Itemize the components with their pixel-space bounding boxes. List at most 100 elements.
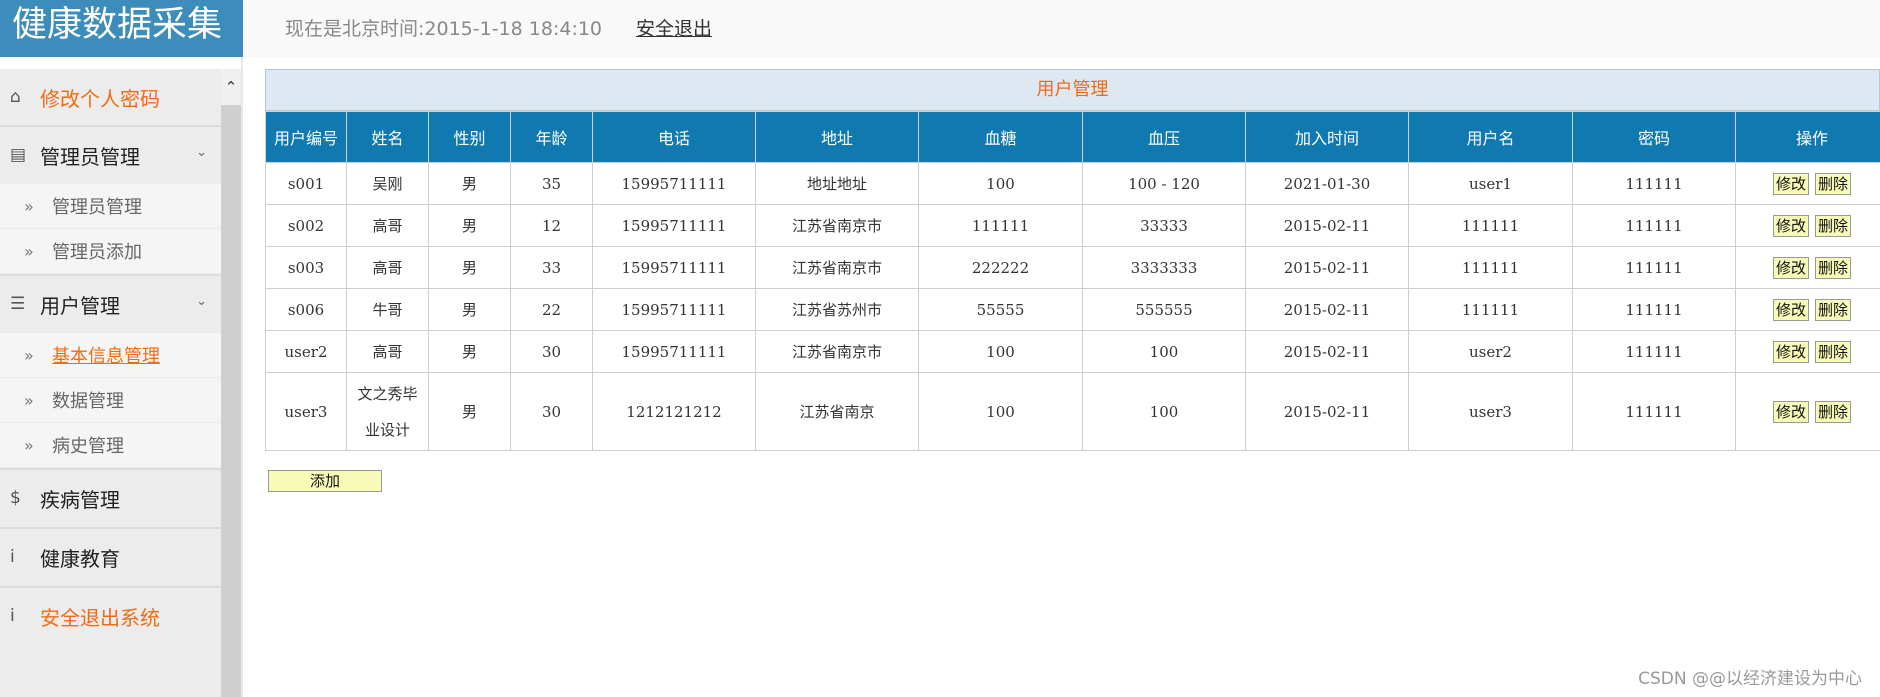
table-cell: user2	[1408, 330, 1573, 373]
table-cell: 111111	[918, 204, 1083, 247]
table-cell: 100	[1082, 372, 1246, 451]
table-cell: 111111	[1572, 330, 1736, 373]
table-cell: 江苏省南京市	[755, 330, 919, 373]
sidebar-section-disease[interactable]: $ 疾病管理	[0, 470, 221, 526]
table-cell: 100	[918, 162, 1083, 205]
column-header: 密码	[1572, 111, 1736, 163]
table-cell: 100	[918, 330, 1083, 373]
table-cell: 高哥	[346, 246, 429, 289]
delete-button[interactable]: 删除	[1815, 172, 1852, 195]
table-cell: 111111	[1408, 246, 1573, 289]
delete-button[interactable]: 删除	[1815, 340, 1852, 363]
table-cell: 30	[510, 330, 593, 373]
actions-cell: 修改 删除	[1735, 204, 1880, 247]
table-cell: 男	[428, 372, 511, 451]
user-table: 用户编号 姓名 性别 年龄 电话 地址 血糖 血压 加入时间 用户名 密码 操作…	[265, 111, 1880, 451]
table-cell: 15995711111	[592, 204, 756, 247]
sidebar-section-exit[interactable]: i 安全退出系统	[0, 588, 221, 644]
edit-button[interactable]: 修改	[1772, 172, 1809, 195]
sidebar-item-label: 数据管理	[52, 391, 124, 412]
double-chevron-right-icon: »	[24, 435, 34, 455]
sidebar-item-user-history[interactable]: » 病史管理	[0, 423, 221, 467]
table-cell: 2021-01-30	[1245, 162, 1409, 205]
table-cell: 地址地址	[755, 162, 919, 205]
table-cell: 100	[1082, 330, 1246, 373]
table-cell: 555555	[1082, 288, 1246, 331]
column-header: 姓名	[346, 111, 429, 163]
table-cell: 15995711111	[592, 330, 756, 373]
delete-button[interactable]: 删除	[1815, 214, 1852, 237]
delete-button[interactable]: 删除	[1815, 298, 1852, 321]
table-cell: 111111	[1572, 162, 1736, 205]
edit-button[interactable]: 修改	[1772, 298, 1809, 321]
sidebar-section-user[interactable]: ☰ 用户管理 ⌄	[0, 276, 221, 332]
table-cell: 高哥	[346, 204, 429, 247]
table-cell: 2015-02-11	[1245, 372, 1409, 451]
table-row: s002 高哥男 12 15995711111 江苏省南京市 111111 33333 201…	[265, 204, 1880, 247]
table-cell: s006	[265, 288, 347, 331]
sidebar-section-label: 健康教育	[40, 546, 120, 571]
table-cell: 文之秀毕业设计	[346, 372, 429, 451]
table-cell: 33	[510, 246, 593, 289]
chevron-down-icon: ⌄	[196, 145, 207, 160]
table-cell: 江苏省苏州市	[755, 288, 919, 331]
column-header: 操作	[1735, 111, 1880, 163]
table-cell: 江苏省南京市	[755, 204, 919, 247]
inbox-icon: ▤	[10, 145, 27, 165]
sidebar-scrollbar[interactable]	[221, 105, 241, 697]
table-header-row: 用户编号 姓名 性别 年龄 电话 地址 血糖 血压 加入时间 用户名 密码 操作	[265, 111, 1880, 163]
chevron-up-icon: ⌃	[224, 78, 238, 96]
edit-button[interactable]: 修改	[1772, 340, 1809, 363]
sidebar-section-label: 疾病管理	[40, 487, 120, 512]
delete-button[interactable]: 删除	[1815, 256, 1852, 279]
table-cell: 30	[510, 372, 593, 451]
table-cell: 12	[510, 204, 593, 247]
edit-button[interactable]: 修改	[1772, 214, 1809, 237]
table-cell: 111111	[1572, 288, 1736, 331]
table-cell: 高哥	[346, 330, 429, 373]
table-cell: 100 - 120	[1082, 162, 1246, 205]
add-user-button[interactable]: 添加	[268, 470, 382, 492]
table-cell: 吴刚	[346, 162, 429, 205]
panel-title: 用户管理	[265, 69, 1880, 111]
logout-link[interactable]: 安全退出	[636, 14, 712, 41]
table-cell: 2015-02-11	[1245, 330, 1409, 373]
table-cell: 男	[428, 204, 511, 247]
table-cell: 2015-02-11	[1245, 288, 1409, 331]
column-header: 血压	[1082, 111, 1246, 163]
sidebar-item-user-data[interactable]: » 数据管理	[0, 378, 221, 422]
table-cell: s003	[265, 246, 347, 289]
edit-button[interactable]: 修改	[1772, 256, 1809, 279]
table-cell: 33333	[1082, 204, 1246, 247]
sidebar-item-admin-add[interactable]: » 管理员添加	[0, 229, 221, 273]
table-cell: 111111	[1572, 246, 1736, 289]
column-header: 用户名	[1408, 111, 1573, 163]
double-chevron-right-icon: »	[24, 241, 34, 261]
actions-cell: 修改 删除	[1735, 288, 1880, 331]
table-cell: 111111	[1408, 204, 1573, 247]
sidebar-scroll-up-button[interactable]: ⌃	[221, 69, 241, 105]
table-cell: 111111	[1572, 372, 1736, 451]
sidebar-section-admin[interactable]: ▤ 管理员管理 ⌄	[0, 127, 221, 183]
sidebar-item-label: 管理员添加	[52, 242, 142, 263]
table-cell: 男	[428, 246, 511, 289]
table-cell: 15995711111	[592, 246, 756, 289]
column-header: 电话	[592, 111, 756, 163]
info-icon: i	[10, 547, 15, 567]
actions-cell: 修改 删除	[1735, 330, 1880, 373]
column-header: 性别	[428, 111, 511, 163]
table-row: s003 高哥男 33 15995711111 江苏省南京市 222222 3333333 2…	[265, 246, 1880, 289]
table-cell: user1	[1408, 162, 1573, 205]
sidebar-nav: ⌂ 修改个人密码 ▤ 管理员管理 ⌄ » 管理员管理 » 管理员添加 ☰ 用户管…	[0, 69, 221, 697]
table-cell: 2015-02-11	[1245, 204, 1409, 247]
table-cell: 1212121212	[592, 372, 756, 451]
delete-button[interactable]: 删除	[1815, 400, 1852, 423]
sidebar-item-user-basic-info[interactable]: » 基本信息管理	[0, 333, 221, 377]
sidebar-section-label: 管理员管理	[40, 144, 140, 169]
table-cell: 111111	[1408, 288, 1573, 331]
sidebar-item-change-password[interactable]: ⌂ 修改个人密码	[0, 69, 221, 125]
sidebar-item-admin-manage[interactable]: » 管理员管理	[0, 184, 221, 228]
sidebar-section-education[interactable]: i 健康教育	[0, 529, 221, 585]
edit-button[interactable]: 修改	[1772, 400, 1809, 423]
sidebar-item-label: 管理员管理	[52, 197, 142, 218]
